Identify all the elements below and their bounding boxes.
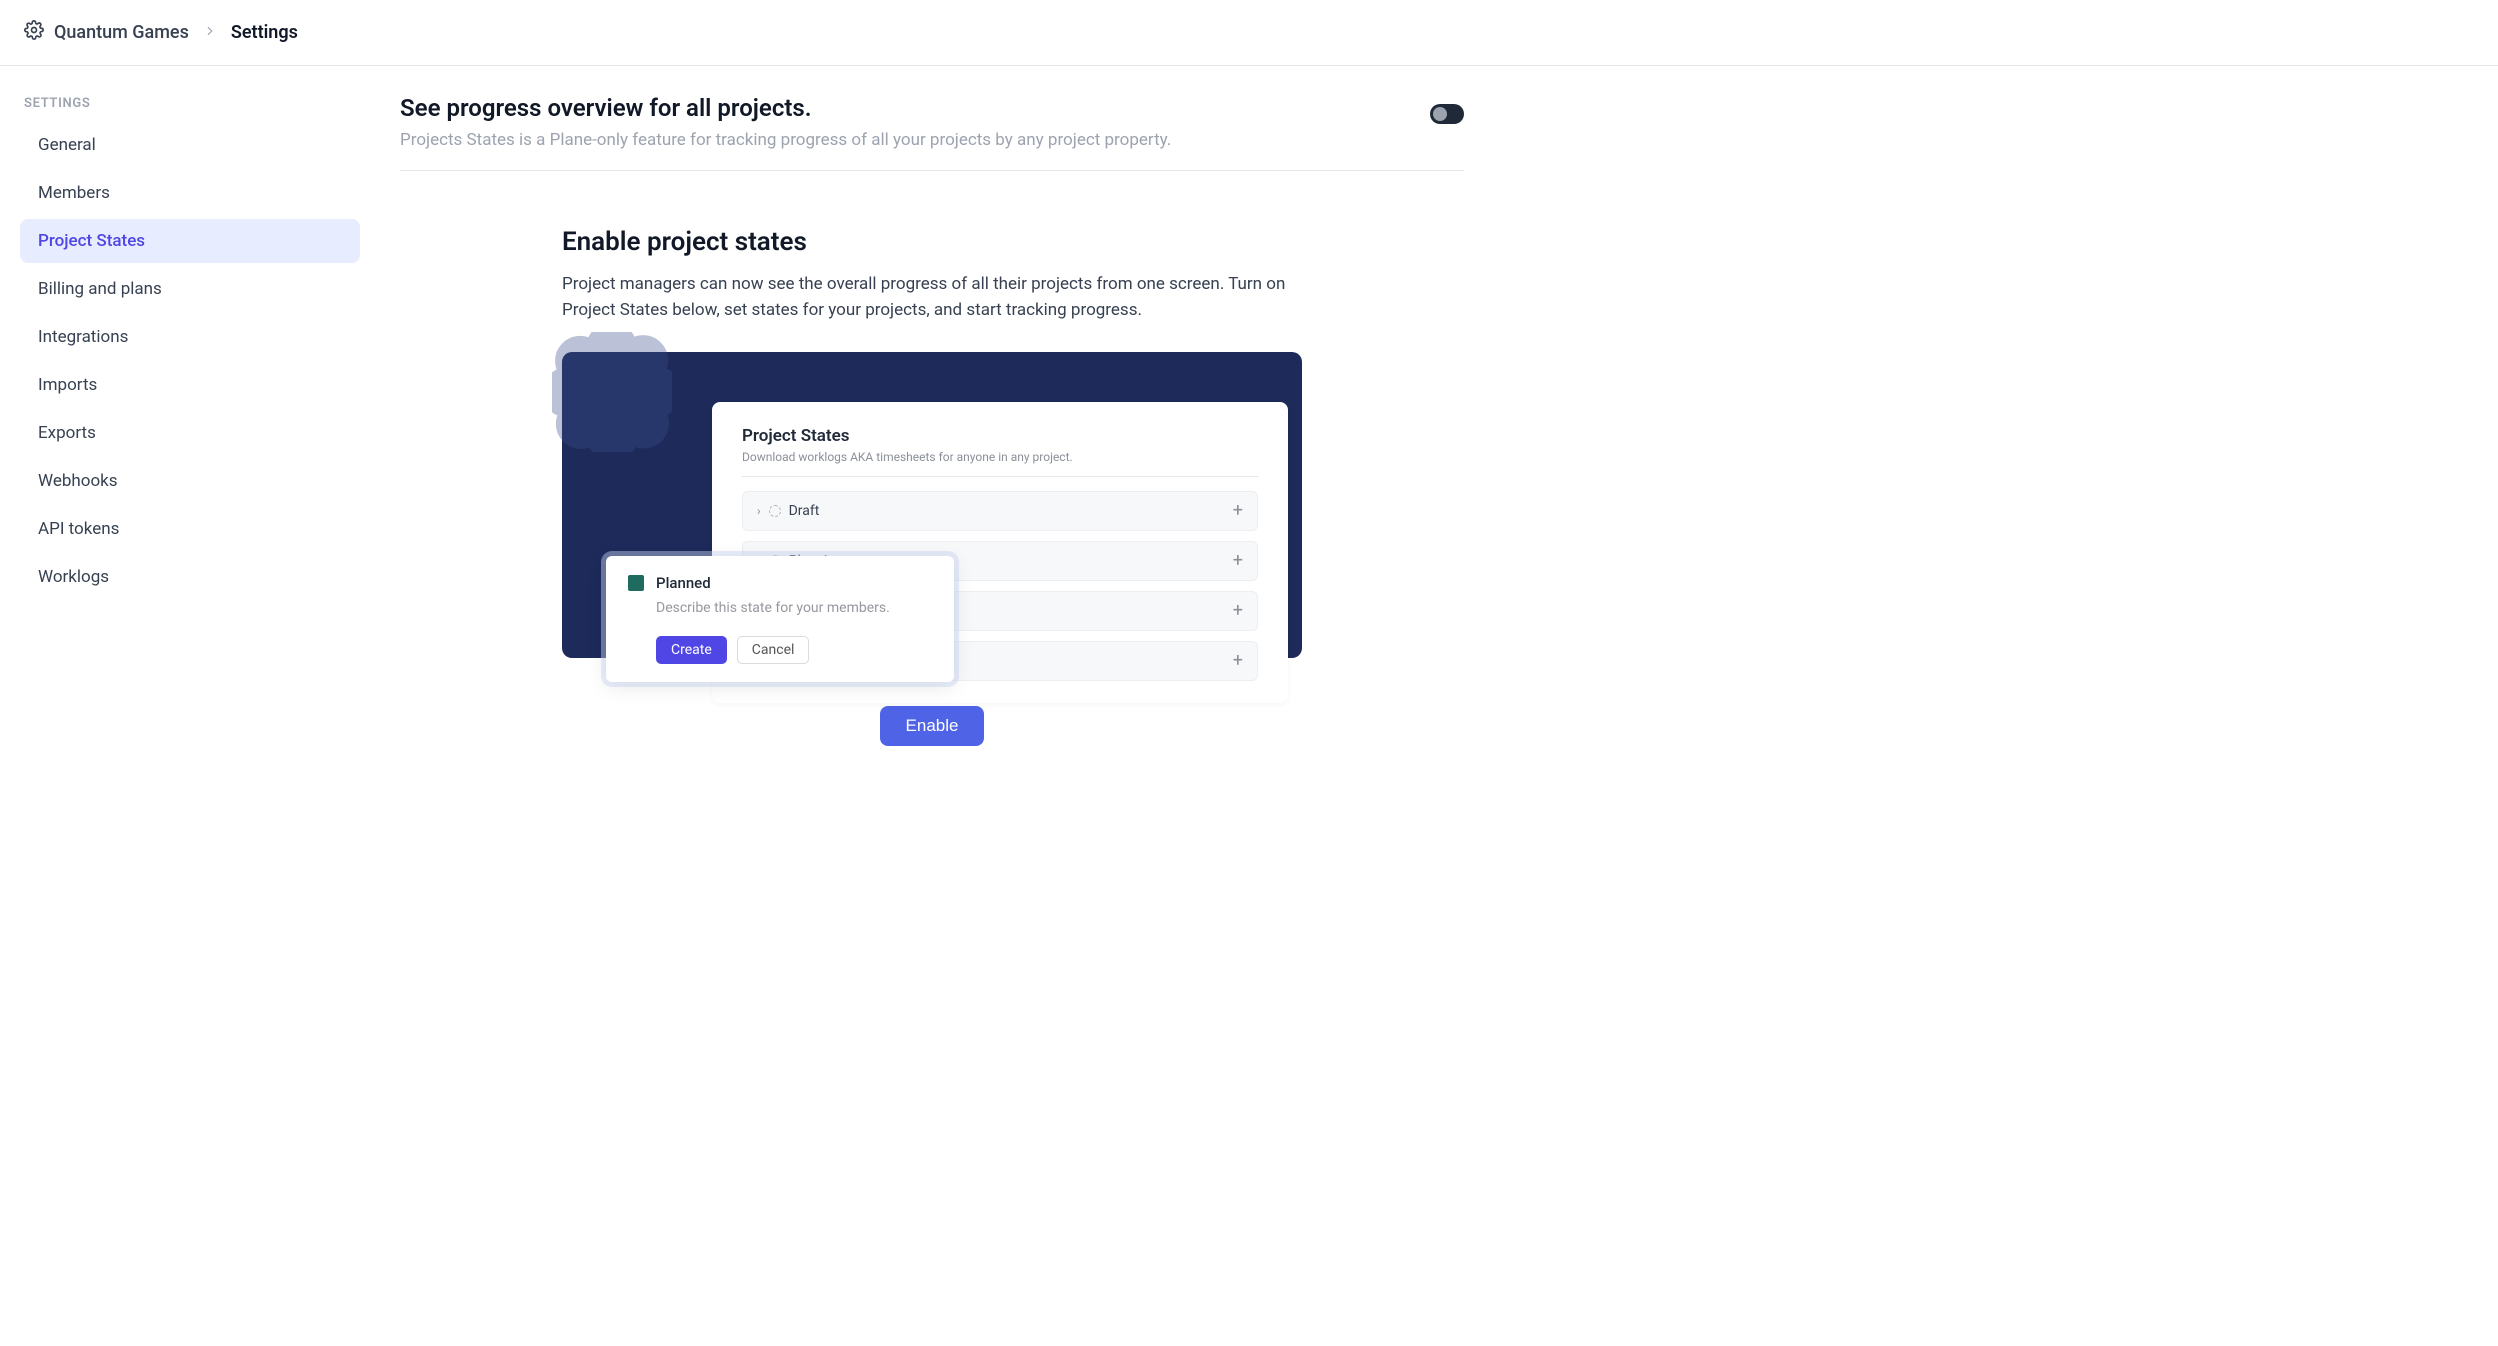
page-title: See progress overview for all projects.	[400, 94, 1171, 122]
panel-subtitle: Download worklogs AKA timesheets for any…	[742, 450, 1258, 464]
sidebar-item-project-states[interactable]: Project States	[20, 219, 360, 263]
enable-button[interactable]: Enable	[880, 706, 985, 746]
feature-toggle[interactable]	[1430, 104, 1464, 124]
background-gear-icon	[552, 332, 672, 456]
sidebar-item-worklogs[interactable]: Worklogs	[20, 555, 360, 599]
state-label: Draft	[789, 503, 820, 519]
illustration: Project States Download worklogs AKA tim…	[562, 352, 1302, 658]
breadcrumb: Quantum Games Settings	[24, 20, 298, 45]
sidebar-section-label: SETTINGS	[20, 90, 360, 123]
plus-icon: +	[1233, 652, 1243, 670]
breadcrumb-org-label: Quantum Games	[54, 22, 189, 43]
create-state-popup: Planned Describe this state for your mem…	[606, 556, 954, 682]
chevron-right-icon: ›	[757, 504, 761, 518]
state-dot-icon	[769, 505, 781, 517]
sidebar: SETTINGS General Members Project States …	[0, 66, 380, 786]
sidebar-item-members[interactable]: Members	[20, 171, 360, 215]
sidebar-item-integrations[interactable]: Integrations	[20, 315, 360, 359]
content-title: Enable project states	[562, 227, 1302, 257]
chevron-right-icon	[203, 23, 217, 42]
divider	[742, 476, 1258, 477]
popup-cancel-button: Cancel	[737, 636, 810, 664]
sidebar-nav: General Members Project States Billing a…	[20, 123, 360, 599]
plus-icon: +	[1233, 552, 1243, 570]
plus-icon: +	[1233, 602, 1243, 620]
sidebar-item-exports[interactable]: Exports	[20, 411, 360, 455]
popup-placeholder: Describe this state for your members.	[656, 600, 932, 616]
main: See progress overview for all projects. …	[380, 66, 1490, 786]
popup-state-name: Planned	[656, 574, 711, 592]
content: Enable project states Project managers c…	[562, 227, 1302, 746]
panel-title: Project States	[742, 426, 1258, 446]
page-header: See progress overview for all projects. …	[400, 94, 1464, 171]
popup-create-button: Create	[656, 636, 727, 664]
color-swatch	[628, 575, 644, 591]
topbar: Quantum Games Settings	[0, 0, 2498, 66]
content-description: Project managers can now see the overall…	[562, 271, 1302, 324]
gear-icon	[24, 20, 44, 45]
sidebar-item-general[interactable]: General	[20, 123, 360, 167]
breadcrumb-page: Settings	[231, 22, 298, 43]
sidebar-item-webhooks[interactable]: Webhooks	[20, 459, 360, 503]
page-subtitle: Projects States is a Plane-only feature …	[400, 130, 1171, 150]
state-row: › Draft +	[742, 491, 1258, 531]
breadcrumb-org[interactable]: Quantum Games	[24, 20, 189, 45]
sidebar-item-billing[interactable]: Billing and plans	[20, 267, 360, 311]
plus-icon: +	[1233, 502, 1243, 520]
sidebar-item-imports[interactable]: Imports	[20, 363, 360, 407]
sidebar-item-api-tokens[interactable]: API tokens	[20, 507, 360, 551]
